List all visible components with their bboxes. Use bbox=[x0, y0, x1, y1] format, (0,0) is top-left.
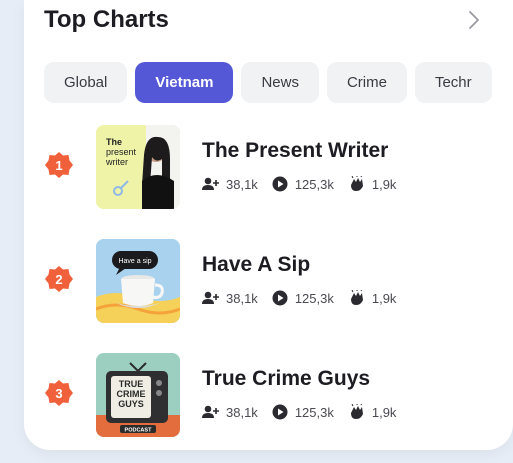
rank-badge-icon: 3 bbox=[45, 380, 73, 406]
claps-count: 1,9k bbox=[371, 176, 397, 192]
tab-vietnam[interactable]: Vietnam bbox=[135, 62, 234, 103]
svg-text:PODCAST: PODCAST bbox=[125, 428, 153, 434]
followers-count: 38,1k bbox=[226, 404, 258, 420]
podcast-cover: TRUE CRIME GUYS PODCAST bbox=[96, 353, 180, 437]
rank-number: 3 bbox=[55, 386, 62, 401]
svg-text:present: present bbox=[106, 147, 137, 157]
tab-tech[interactable]: Techr bbox=[414, 62, 492, 103]
podcast-cover: The present writer bbox=[96, 125, 180, 209]
category-tabs: Global Vietnam News Crime Techr bbox=[44, 62, 513, 104]
svg-text:Have a sip: Have a sip bbox=[118, 258, 151, 265]
svg-text:CRIME: CRIME bbox=[117, 389, 146, 399]
plays-count: 125,3k bbox=[294, 404, 334, 420]
podcast-stats: 38,1k 125,3k 1,9k bbox=[202, 403, 410, 421]
podcast-name[interactable]: True Crime Guys bbox=[202, 367, 370, 391]
followers-icon bbox=[202, 291, 219, 304]
clap-icon bbox=[350, 176, 363, 191]
play-icon bbox=[272, 176, 288, 192]
svg-text:The: The bbox=[106, 137, 122, 147]
podcast-name[interactable]: Have A Sip bbox=[202, 253, 310, 277]
podcast-cover: Have a sip bbox=[96, 239, 180, 323]
svg-text:TRUE: TRUE bbox=[119, 379, 144, 389]
podcast-stats: 38,1k 125,3k 1,9k bbox=[202, 175, 410, 193]
claps-count: 1,9k bbox=[371, 290, 397, 306]
chart-item[interactable]: 2 Have a sip Have A Sip 38,1k 125,3k 1,9… bbox=[24, 239, 513, 329]
followers-count: 38,1k bbox=[226, 176, 258, 192]
plays-count: 125,3k bbox=[294, 290, 334, 306]
chevron-right-icon[interactable] bbox=[462, 8, 486, 32]
section-title: Top Charts bbox=[44, 6, 169, 33]
rank-number: 2 bbox=[55, 272, 62, 287]
followers-icon bbox=[202, 405, 219, 418]
rank-badge-icon: 2 bbox=[45, 266, 73, 292]
top-charts-card: Top Charts Global Vietnam News Crime Techr 1… bbox=[24, 0, 513, 450]
claps-count: 1,9k bbox=[371, 404, 397, 420]
svg-text:GUYS: GUYS bbox=[118, 399, 144, 409]
rank-number: 1 bbox=[55, 158, 62, 173]
chart-item[interactable]: 1 The present writer The Present Writer … bbox=[24, 125, 513, 215]
clap-icon bbox=[350, 404, 363, 419]
clap-icon bbox=[350, 290, 363, 305]
chart-item[interactable]: 3 TRUE CRIME GUYS PODCAST True Crime Guy… bbox=[24, 353, 513, 443]
followers-icon bbox=[202, 177, 219, 190]
podcast-stats: 38,1k 125,3k 1,9k bbox=[202, 289, 410, 307]
tab-news[interactable]: News bbox=[241, 62, 319, 103]
tab-crime[interactable]: Crime bbox=[326, 62, 407, 103]
play-icon bbox=[272, 404, 288, 420]
tab-global[interactable]: Global bbox=[44, 62, 128, 103]
followers-count: 38,1k bbox=[226, 290, 258, 306]
podcast-name[interactable]: The Present Writer bbox=[202, 139, 388, 163]
play-icon bbox=[272, 290, 288, 306]
plays-count: 125,3k bbox=[294, 176, 334, 192]
rank-badge-icon: 1 bbox=[45, 152, 73, 178]
svg-text:writer: writer bbox=[105, 157, 128, 167]
